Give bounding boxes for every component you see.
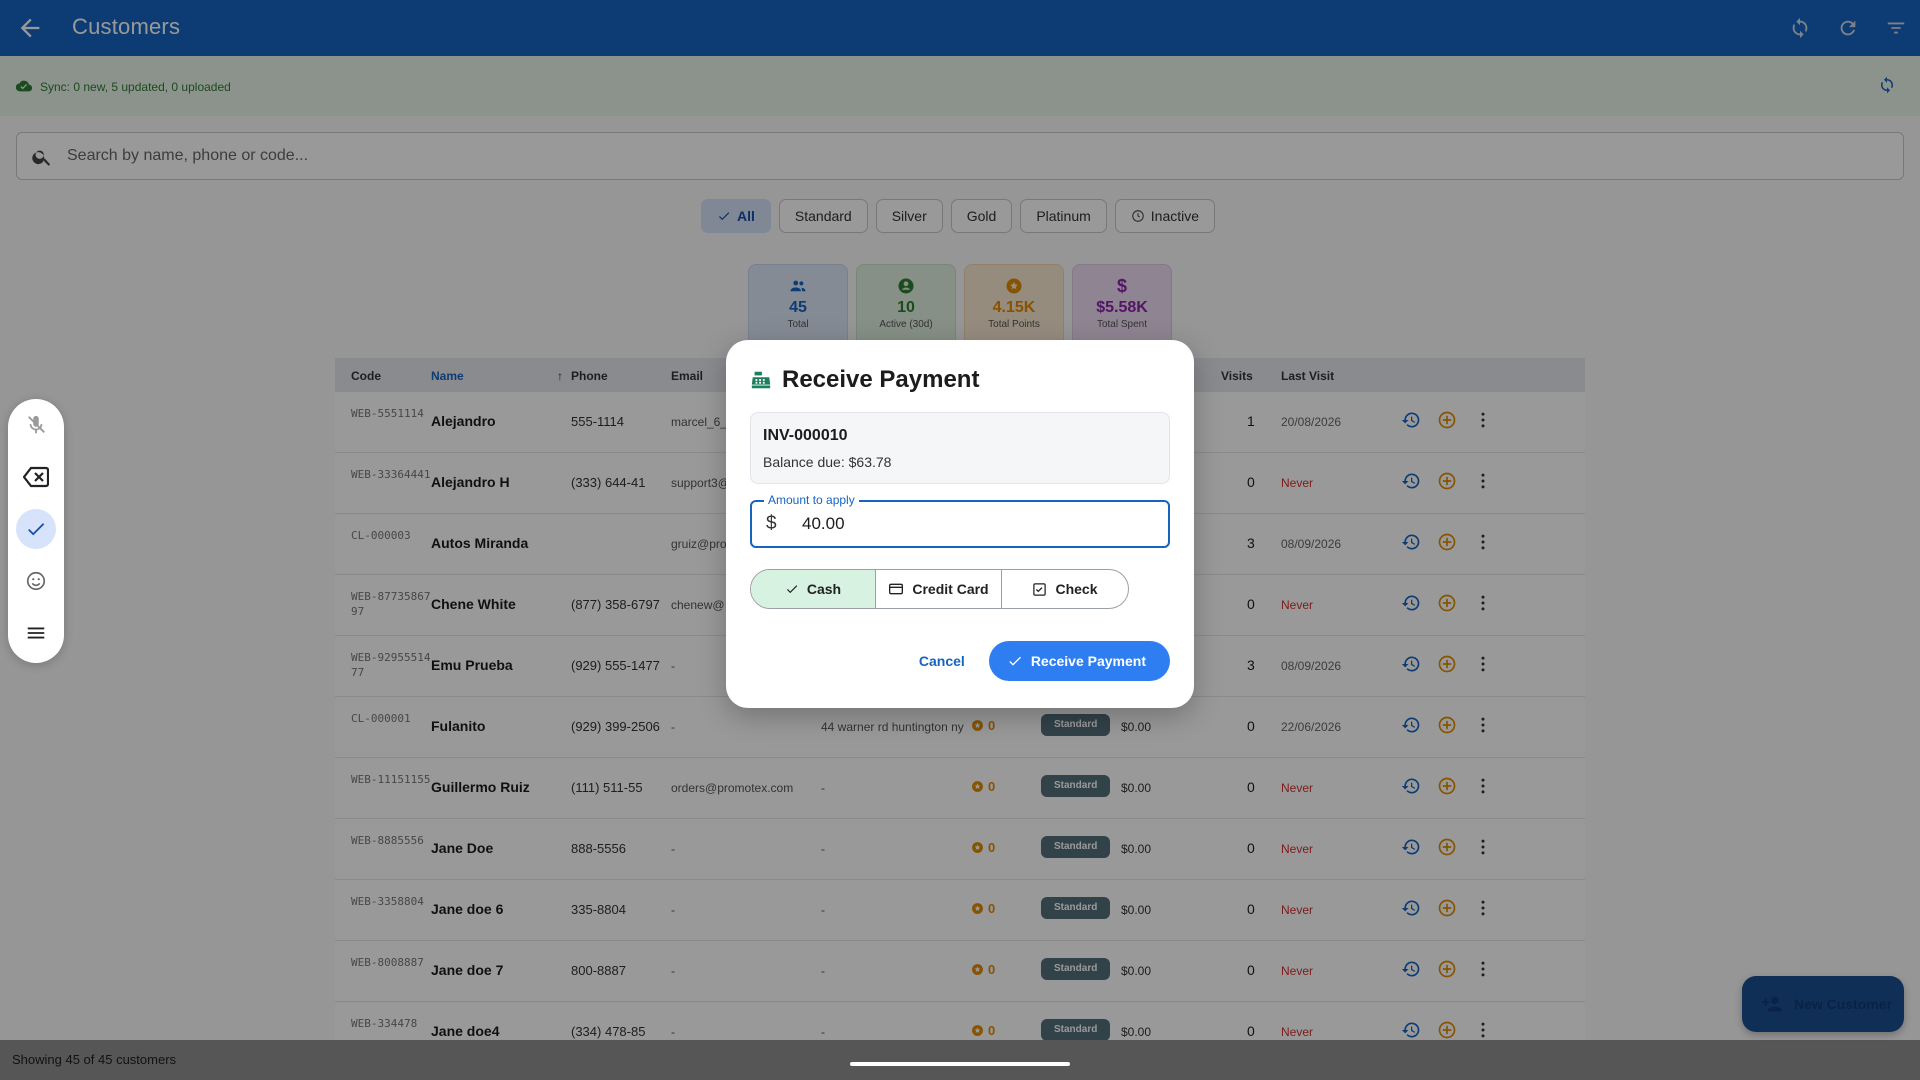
currency-prefix: $	[766, 513, 777, 534]
footer-scrim	[0, 1040, 1920, 1080]
emoji-icon[interactable]	[16, 561, 56, 601]
method-label: Cash	[806, 581, 842, 597]
dialog-actions: Cancel Receive Payment	[919, 641, 1170, 681]
method-credit-card[interactable]: Credit Card	[876, 570, 1002, 608]
method-label: Check	[1055, 581, 1098, 597]
button-label: Receive Payment	[1030, 653, 1146, 669]
amount-field[interactable]: Amount to apply $ 40.00	[750, 493, 1170, 548]
invoice-summary: INV-000010 Balance due: $63.78	[750, 412, 1170, 484]
receive-payment-dialog: Receive Payment INV-000010 Balance due: …	[726, 340, 1194, 708]
check-icon	[1009, 656, 1021, 666]
floating-input-toolbar	[8, 399, 64, 663]
invoice-number: INV-000010	[763, 427, 848, 444]
dialog-header: Receive Payment	[750, 366, 979, 394]
mic-off-icon[interactable]	[16, 405, 56, 445]
method-label: Credit Card	[912, 581, 989, 597]
method-check[interactable]: Check	[1002, 570, 1128, 608]
menu-icon[interactable]	[16, 613, 56, 653]
check-icon	[786, 585, 798, 594]
backspace-icon[interactable]	[16, 457, 56, 497]
check-box-icon	[1033, 582, 1047, 596]
confirm-check-icon[interactable]	[16, 509, 56, 549]
credit-card-icon	[889, 583, 904, 595]
method-cash[interactable]: Cash	[751, 570, 876, 608]
balance-due: Balance due: $63.78	[763, 454, 892, 470]
dialog-title: Receive Payment	[782, 366, 980, 393]
amount-input[interactable]: 40.00	[802, 514, 845, 534]
cash-register-icon	[751, 371, 771, 389]
receive-payment-button[interactable]: Receive Payment	[988, 641, 1170, 681]
cancel-button[interactable]: Cancel	[919, 653, 965, 669]
payment-method-selector: Cash Credit Card Check	[750, 569, 1129, 609]
home-gesture-handle[interactable]	[850, 1062, 1070, 1066]
amount-label: Amount to apply	[764, 493, 859, 507]
